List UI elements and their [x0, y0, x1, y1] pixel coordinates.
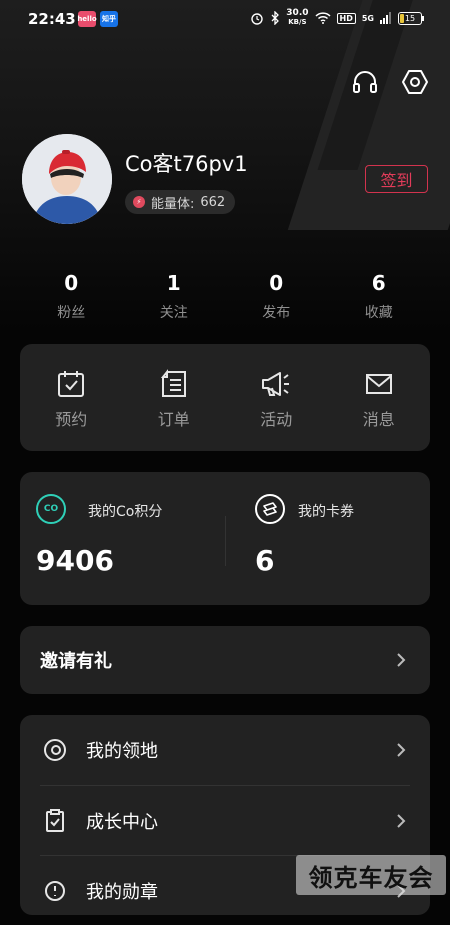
status-bar: 22:43 hello 知乎 30.0 KB/S HD 5G 15: [0, 0, 450, 38]
points-card: CO 我的Co积分 9406 我的卡券 6: [20, 472, 430, 605]
coupons-title: 我的卡券: [298, 504, 354, 520]
username[interactable]: Co客t76pv1: [125, 148, 248, 178]
action-events[interactable]: 活动: [225, 344, 328, 451]
invite-row[interactable]: 邀请有礼: [20, 626, 430, 694]
energy-badge[interactable]: ⚡ 能量体: 662: [125, 190, 236, 214]
hd-badge: HD: [336, 12, 356, 24]
chevron-right-icon: [397, 653, 406, 667]
signal-label: 5G: [361, 13, 374, 23]
menu-label: 我的领地: [86, 741, 158, 762]
energy-value: 662: [200, 194, 226, 210]
action-appointment[interactable]: 预约: [20, 344, 123, 451]
coupons-value: 6: [255, 544, 275, 577]
headphones-icon: [353, 71, 377, 93]
stat-favorites[interactable]: 6 收藏: [328, 270, 431, 322]
action-orders[interactable]: 订单: [123, 344, 226, 451]
bluetooth-icon: [271, 11, 280, 25]
action-messages[interactable]: 消息: [328, 344, 431, 451]
avatar[interactable]: [22, 134, 112, 224]
document-list-icon: [160, 369, 186, 397]
stat-following[interactable]: 1 关注: [123, 270, 226, 322]
watermark: 领克车友会: [296, 855, 446, 895]
energy-label: 能量体:: [151, 196, 195, 212]
customer-service-button[interactable]: [349, 66, 381, 98]
alarm-icon: [251, 13, 263, 25]
stat-value: 0: [64, 271, 79, 295]
co-points-title: 我的Co积分: [88, 504, 163, 520]
invite-label: 邀请有礼: [40, 651, 112, 672]
battery-icon: 15: [398, 11, 424, 25]
wifi-icon: [314, 12, 331, 24]
stat-posts[interactable]: 0 发布: [225, 270, 328, 322]
stat-value: 0: [269, 271, 284, 295]
co-points-value: 9406: [36, 544, 114, 577]
stat-value: 1: [166, 271, 181, 295]
chevron-right-icon: [397, 813, 406, 828]
co-points-icon: CO: [36, 494, 66, 524]
menu-label: 成长中心: [86, 811, 158, 833]
action-label: 预约: [55, 410, 88, 429]
clipboard-check-icon: [46, 808, 64, 832]
hexagon-settings-icon: [402, 70, 428, 94]
co-points-block[interactable]: CO 我的Co积分 9406: [20, 472, 225, 605]
net-speed: 30.0 KB/S: [286, 8, 309, 27]
envelope-icon: [365, 374, 392, 394]
calendar-check-icon: [58, 371, 85, 397]
stat-label: 收藏: [364, 305, 393, 321]
menu-item-growth-center[interactable]: 成长中心: [40, 785, 410, 855]
chevron-right-icon: [397, 743, 406, 757]
stats-row: 0 粉丝 1 关注 0 发布 6 收藏: [20, 270, 430, 322]
checkin-button[interactable]: 签到: [365, 165, 428, 193]
status-time: 22:43: [28, 10, 76, 28]
stat-value: 6: [371, 271, 386, 295]
stat-label: 关注: [159, 305, 188, 321]
coupon-icon: [255, 494, 285, 524]
megaphone-icon: [262, 372, 290, 396]
zhihu-app-icon: 知乎: [100, 11, 118, 27]
action-label: 活动: [260, 410, 293, 429]
stat-label: 发布: [262, 305, 291, 321]
energy-icon: ⚡: [133, 196, 145, 208]
quick-actions-card: 预约 订单 活动 消息: [20, 344, 430, 451]
stat-followers[interactable]: 0 粉丝: [20, 270, 123, 322]
territory-icon: [44, 739, 66, 761]
medal-icon: [45, 880, 65, 901]
menu-item-territory[interactable]: 我的领地: [20, 715, 430, 785]
action-label: 订单: [157, 410, 190, 429]
avatar-image: [22, 134, 112, 224]
settings-button[interactable]: [399, 66, 431, 98]
action-label: 消息: [362, 410, 395, 429]
stat-label: 粉丝: [57, 305, 86, 321]
hello-app-icon: hello: [77, 11, 97, 27]
coupons-block[interactable]: 我的卡券 6: [225, 472, 430, 605]
signal-icon: [380, 12, 391, 24]
